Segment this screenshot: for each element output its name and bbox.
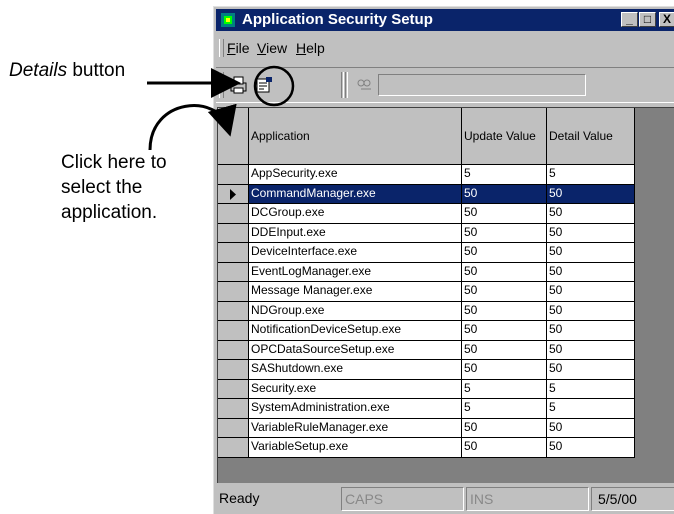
annotation-overlay bbox=[147, 65, 295, 151]
details-highlight-circle bbox=[253, 65, 295, 107]
row-selector-arrow bbox=[148, 103, 237, 151]
